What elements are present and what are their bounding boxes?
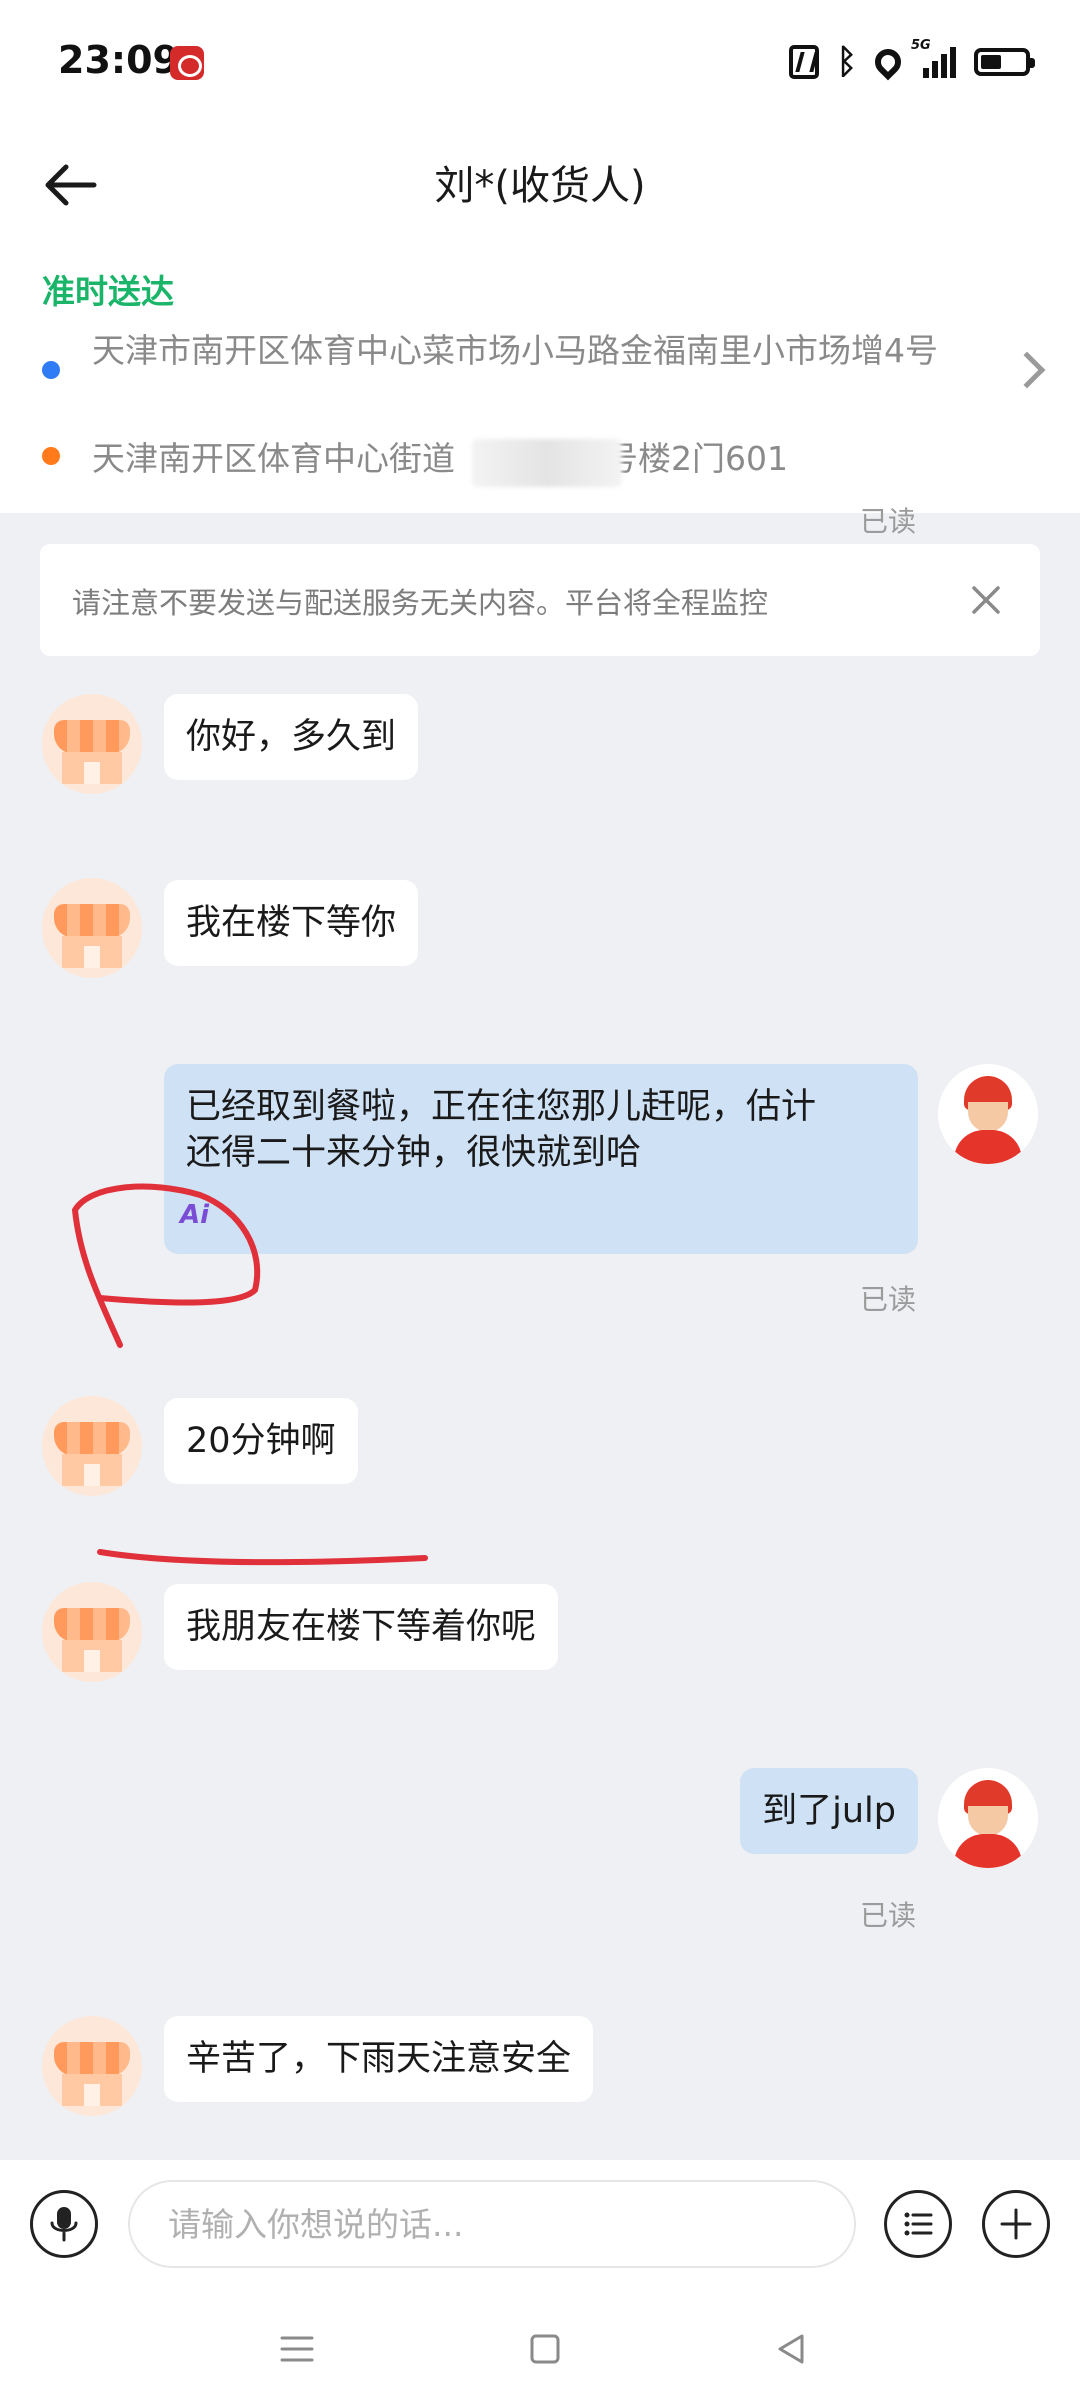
pickup-dot-icon (42, 361, 60, 379)
rider-avatar[interactable] (938, 1064, 1038, 1164)
home-icon[interactable] (520, 2324, 570, 2374)
message-bubble[interactable]: 20分钟啊 (164, 1398, 358, 1484)
nfc-icon (788, 45, 819, 79)
back-triangle-icon[interactable] (766, 2324, 816, 2374)
page-title: 刘*(收货人) (434, 163, 646, 209)
customer-avatar[interactable] (42, 2016, 142, 2116)
delivery-dot-icon (42, 447, 60, 465)
app-notification-icon (170, 46, 204, 80)
rider-avatar[interactable] (938, 1768, 1038, 1868)
bluetooth-icon: ᛒ (836, 42, 857, 82)
ai-badge-icon: Ai (180, 1200, 210, 1230)
message-bubble-outgoing[interactable]: 已经取到餐啦，正在往您那儿赶呢，估计 还得二十来分钟，很快就到哈 (164, 1064, 918, 1254)
message-input[interactable] (128, 2180, 856, 2268)
more-options-button[interactable] (982, 2190, 1050, 2258)
read-status: 已读 (859, 1283, 916, 1316)
delivery-status-label: 准时送达 (42, 272, 174, 311)
message-input-bar (0, 2160, 1080, 2300)
battery-icon (974, 48, 1035, 76)
plus-icon (1000, 2208, 1032, 2240)
order-info-card[interactable]: 准时送达 天津市南开区体育中心菜市场小马路金福南里小市场增4号 天津南开区体育中… (0, 245, 1080, 513)
status-icons: ᛒ 5G (788, 38, 1035, 84)
message-bubble[interactable]: 我朋友在楼下等着你呢 (164, 1584, 559, 1670)
customer-avatar[interactable] (42, 694, 142, 794)
message-bubble[interactable]: 你好，多久到 (164, 694, 419, 780)
system-navigation-bar (0, 2300, 1080, 2400)
location-icon (869, 43, 907, 81)
customer-avatar[interactable] (42, 1582, 142, 1682)
message-line: 已经取到餐啦，正在往您那儿赶呢，估计 (186, 1087, 817, 1127)
delivery-address-end: 号楼2门601 (605, 439, 788, 478)
network-type-label: 5G (911, 38, 931, 53)
delivery-address-start: 天津南开区体育中心街道 (92, 439, 455, 478)
read-status: 已读 (859, 505, 916, 538)
close-icon[interactable] (958, 572, 1014, 628)
status-time: 23:09 (58, 38, 179, 82)
message-bubble[interactable]: 我在楼下等你 (164, 880, 419, 966)
signal-icon: 5G (911, 38, 956, 78)
customer-avatar[interactable] (42, 1396, 142, 1496)
message-bubble[interactable]: 辛苦了，下雨天注意安全 (164, 2016, 594, 2102)
status-bar: 23:09 ᛒ 5G (0, 0, 1080, 125)
monitoring-notice: 请注意不要发送与配送服务无关内容。平台将全程监控 (40, 544, 1040, 656)
microphone-icon (50, 2207, 78, 2242)
chevron-right-icon[interactable] (1008, 351, 1046, 389)
chat-header: 刘*(收货人) (0, 125, 1080, 245)
pickup-address: 天津市南开区体育中心菜市场小马路金福南里小市场增4号 (92, 331, 938, 370)
quick-reply-button[interactable] (884, 2190, 952, 2258)
list-icon (904, 2212, 933, 2236)
voice-input-button[interactable] (30, 2190, 98, 2258)
message-bubble-outgoing[interactable]: 到了julp (740, 1768, 918, 1854)
redacted-blur (472, 439, 622, 487)
message-line: 还得二十来分钟，很快就到哈 (186, 1133, 642, 1173)
customer-avatar[interactable] (42, 878, 142, 978)
menu-icon[interactable] (272, 2324, 322, 2374)
notice-text: 请注意不要发送与配送服务无关内容。平台将全程监控 (72, 586, 769, 620)
read-status: 已读 (859, 1899, 916, 1932)
